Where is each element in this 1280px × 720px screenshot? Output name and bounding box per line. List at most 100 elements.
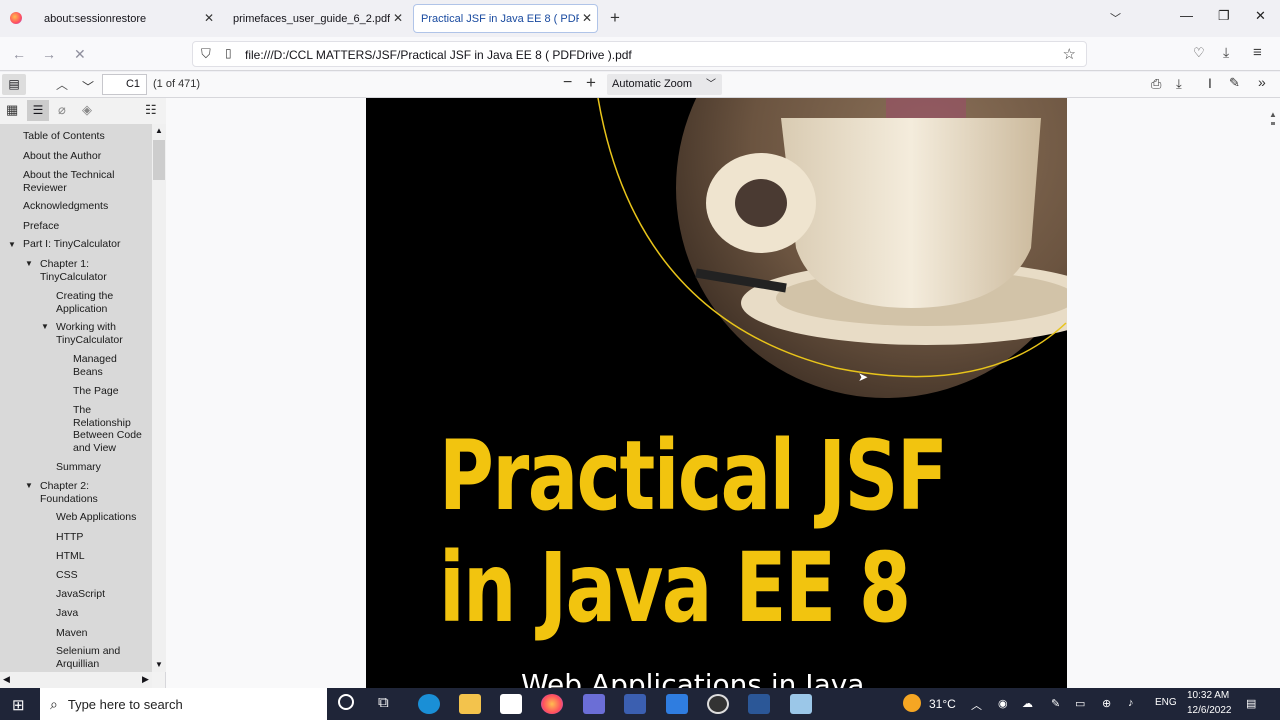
taskbar-search[interactable]: ⌕ Type here to search bbox=[40, 688, 327, 720]
restore-icon[interactable]: ❐ bbox=[1218, 8, 1230, 24]
back-icon[interactable]: ← bbox=[12, 46, 26, 62]
tab-session-restore[interactable]: about:sessionrestore ✕ bbox=[36, 4, 220, 33]
thumbnails-icon[interactable]: ▦ bbox=[6, 102, 18, 118]
pdf-viewer[interactable]: Practical JSF in Java EE 8 Web Applicati… bbox=[166, 98, 1280, 688]
file-explorer-icon[interactable] bbox=[459, 694, 481, 714]
minimize-icon[interactable]: — bbox=[1180, 8, 1193, 23]
battery-icon[interactable]: ▭ bbox=[1075, 697, 1085, 710]
outline-item[interactable]: About the Technical Reviewer bbox=[23, 169, 143, 194]
downloads-icon[interactable]: ⤓ bbox=[1223, 44, 1229, 61]
save-icon[interactable]: ⤓ bbox=[1176, 76, 1182, 92]
outline-item[interactable]: Acknowledgments bbox=[23, 200, 108, 213]
layers-icon[interactable]: ◈ bbox=[82, 102, 92, 118]
menu-icon[interactable]: ≡ bbox=[1253, 44, 1262, 61]
outline-item[interactable]: Part I: TinyCalculator bbox=[23, 238, 120, 251]
weather-icon[interactable] bbox=[903, 694, 921, 712]
firefox-taskbar-icon[interactable] bbox=[541, 694, 563, 714]
app-icon[interactable] bbox=[583, 694, 605, 714]
pen-icon[interactable]: ✎ bbox=[1051, 697, 1060, 710]
language-indicator[interactable]: ENG bbox=[1155, 697, 1177, 708]
forward-icon[interactable]: → bbox=[42, 46, 56, 62]
next-page-icon[interactable]: ﹀ bbox=[82, 78, 94, 95]
text-select-icon[interactable]: I bbox=[1208, 75, 1212, 91]
zoom-in-icon[interactable]: + bbox=[586, 73, 596, 93]
outline-item[interactable]: Web Applications bbox=[56, 511, 136, 524]
expand-toggle-icon[interactable]: ▼ bbox=[41, 322, 49, 331]
volume-icon[interactable]: ♪ bbox=[1128, 697, 1134, 709]
pocket-icon[interactable]: ♡ bbox=[1193, 45, 1205, 61]
virtualbox-icon[interactable] bbox=[790, 694, 812, 714]
sidebar-toggle-icon[interactable]: ▤ bbox=[2, 74, 26, 95]
clock-date[interactable]: 12/6/2022 bbox=[1187, 705, 1232, 716]
expand-toggle-icon[interactable]: ▼ bbox=[25, 481, 33, 490]
outline-item[interactable]: HTTP bbox=[56, 531, 83, 544]
meet-icon[interactable]: ◉ bbox=[998, 697, 1008, 710]
shield-icon[interactable]: ⛉ bbox=[201, 46, 211, 62]
print-icon[interactable]: ⎙ bbox=[1151, 76, 1161, 92]
windows-start-icon[interactable]: ⊞ bbox=[12, 696, 25, 714]
task-view-icon[interactable]: ⧉ bbox=[378, 694, 389, 711]
cortana-icon[interactable] bbox=[338, 694, 354, 710]
url-text[interactable]: file:///D:/CCL MATTERS/JSF/Practical JSF… bbox=[245, 48, 632, 62]
notifications-icon[interactable]: ▤ bbox=[1246, 697, 1256, 710]
outline-item[interactable]: Maven bbox=[56, 627, 88, 640]
outline-item[interactable]: About the Author bbox=[23, 150, 101, 163]
tab-primefaces-guide[interactable]: primefaces_user_guide_6_2.pdf ✕ bbox=[225, 4, 409, 33]
tools-menu-icon[interactable]: » bbox=[1258, 74, 1266, 90]
bookmark-star-icon[interactable]: ☆ bbox=[1063, 45, 1076, 63]
onedrive-icon[interactable]: ☁ bbox=[1022, 697, 1033, 710]
network-icon[interactable]: ⊕ bbox=[1102, 697, 1111, 710]
zoom-select[interactable]: Automatic Zoom ﹀ bbox=[607, 74, 722, 95]
current-outline-item-icon[interactable]: ☷ bbox=[145, 102, 157, 118]
url-bar[interactable]: ⛉ ▯ file:///D:/CCL MATTERS/JSF/Practical… bbox=[192, 41, 1087, 67]
outline-vertical-scrollbar[interactable]: ▲ ▼ bbox=[152, 124, 166, 672]
new-tab-icon[interactable]: + bbox=[610, 8, 620, 28]
word-icon[interactable] bbox=[748, 694, 770, 714]
draw-icon[interactable]: ✎ bbox=[1229, 75, 1240, 91]
outline-item[interactable]: Chapter 1: TinyCalculator bbox=[40, 258, 115, 283]
close-icon[interactable]: ✕ bbox=[582, 11, 592, 25]
outline-item[interactable]: Preface bbox=[23, 220, 59, 233]
tab-practical-jsf[interactable]: Practical JSF in Java EE 8 ( PDFDrive ✕ bbox=[413, 4, 598, 33]
clock-time[interactable]: 10:32 AM bbox=[1187, 690, 1229, 701]
previous-page-icon[interactable]: ︿ bbox=[56, 76, 68, 93]
tab-list-icon[interactable]: ﹀ bbox=[1110, 10, 1121, 26]
network-app-icon[interactable] bbox=[624, 694, 646, 714]
outline-horizontal-scrollbar[interactable]: ◀ ▶ bbox=[0, 672, 152, 688]
outline-item[interactable]: Java bbox=[56, 607, 78, 620]
reload-icon[interactable]: ✕ bbox=[74, 46, 86, 63]
scroll-left-icon[interactable]: ◀ bbox=[3, 674, 10, 685]
scroll-up-icon[interactable]: ▲ bbox=[1269, 110, 1277, 119]
outline-item[interactable]: Chapter 2: Foundations bbox=[40, 480, 115, 505]
edge-icon[interactable] bbox=[418, 694, 440, 714]
close-icon[interactable]: ✕ bbox=[393, 11, 403, 25]
scrollbar-thumb[interactable] bbox=[1271, 122, 1275, 125]
outline-item[interactable]: Table of Contents bbox=[23, 130, 105, 143]
outline-item[interactable]: Summary bbox=[56, 461, 101, 474]
expand-toggle-icon[interactable]: ▼ bbox=[25, 259, 33, 268]
outline-item[interactable]: Working with TinyCalculator bbox=[56, 321, 152, 346]
viewer-scrollbar[interactable]: ▲ bbox=[1266, 98, 1280, 688]
zoom-out-icon[interactable]: − bbox=[563, 74, 572, 92]
scroll-down-icon[interactable]: ▼ bbox=[155, 660, 163, 669]
temperature[interactable]: 31°C bbox=[929, 697, 956, 711]
scroll-right-icon[interactable]: ▶ bbox=[142, 674, 149, 685]
show-hidden-icons-icon[interactable]: ︿ bbox=[971, 697, 982, 713]
store-icon[interactable] bbox=[500, 694, 522, 714]
close-icon[interactable]: ✕ bbox=[204, 11, 214, 25]
outline-item[interactable]: Managed Beans bbox=[73, 353, 133, 378]
mail-icon[interactable] bbox=[666, 694, 688, 714]
page-number-input[interactable]: C1 bbox=[102, 74, 147, 95]
outline-item[interactable]: HTML bbox=[56, 550, 85, 563]
outline-item[interactable]: The Page bbox=[73, 385, 119, 398]
scroll-up-icon[interactable]: ▲ bbox=[155, 126, 163, 135]
expand-toggle-icon[interactable]: ▼ bbox=[8, 240, 16, 249]
outline-item[interactable]: Creating the Application bbox=[56, 290, 134, 315]
outline-item[interactable]: Selenium and Arquillian bbox=[56, 645, 131, 670]
chrome-icon[interactable] bbox=[707, 694, 729, 714]
attachments-icon[interactable]: ⌀ bbox=[58, 102, 66, 118]
scrollbar-thumb[interactable] bbox=[153, 140, 165, 180]
window-close-icon[interactable]: ✕ bbox=[1255, 8, 1266, 24]
outline-item[interactable]: CSS bbox=[56, 569, 78, 582]
outline-item[interactable]: The Relationship Between Code and View bbox=[73, 404, 147, 454]
